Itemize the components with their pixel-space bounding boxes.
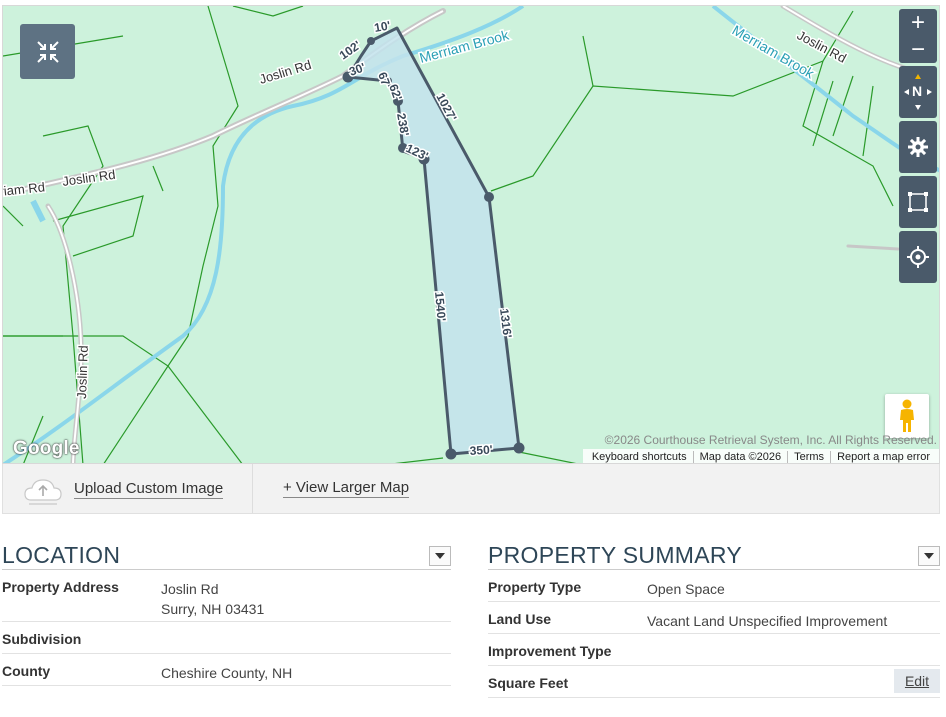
upload-custom-image-label[interactable]: Upload Custom Image bbox=[74, 480, 224, 499]
land-use-label: Land Use bbox=[488, 611, 552, 627]
road-label: riam Rd bbox=[3, 179, 46, 199]
map-toolbar: Upload Custom Image + View Larger Map bbox=[2, 464, 940, 514]
road-label: Joslin Rd bbox=[257, 57, 313, 87]
gear-icon bbox=[908, 137, 928, 157]
county-value: Cheshire County, NH bbox=[161, 665, 293, 681]
property-summary-title: PROPERTY SUMMARY bbox=[488, 542, 743, 568]
property-map[interactable]: Joslin Rd Joslin Rd Joslin Rd Joslin Rd … bbox=[2, 5, 940, 464]
map-canvas[interactable]: Joslin Rd Joslin Rd Joslin Rd Joslin Rd … bbox=[3, 6, 940, 464]
table-row: Land Use Vacant Land Unspecified Improve… bbox=[488, 602, 940, 634]
summary-collapse-toggle[interactable] bbox=[918, 546, 940, 566]
address-line-1: Joslin Rd bbox=[161, 581, 219, 597]
property-summary-section: PROPERTY SUMMARY Property Type Open Spac… bbox=[488, 540, 940, 698]
keyboard-shortcuts-link[interactable]: Keyboard shortcuts bbox=[586, 451, 694, 463]
address-line-2: Surry, NH 03431 bbox=[161, 601, 265, 617]
zoom-out-button[interactable]: − bbox=[899, 36, 937, 63]
location-title: LOCATION bbox=[2, 542, 121, 568]
road-label: Joslin Rd bbox=[74, 345, 91, 399]
select-area-button[interactable] bbox=[899, 176, 937, 228]
terms-link[interactable]: Terms bbox=[788, 451, 832, 463]
map-settings-button[interactable] bbox=[899, 121, 937, 173]
subdivision-label: Subdivision bbox=[2, 631, 82, 647]
table-row: Square Feet Edit bbox=[488, 666, 940, 698]
dimension-label: 238' bbox=[394, 112, 412, 137]
chevron-down-icon bbox=[435, 553, 445, 559]
land-use-value: Vacant Land Unspecified Improvement bbox=[647, 613, 888, 629]
crosshair-icon bbox=[907, 246, 929, 268]
upload-custom-image[interactable]: Upload Custom Image bbox=[3, 464, 253, 513]
street-view-pegman[interactable] bbox=[885, 394, 929, 438]
pegman-icon bbox=[900, 399, 914, 432]
pond bbox=[30, 199, 46, 223]
property-type-value: Open Space bbox=[647, 581, 725, 597]
table-row: Subdivision bbox=[2, 622, 451, 654]
dimension-label: 10' bbox=[373, 18, 392, 35]
chevron-down-icon bbox=[924, 553, 934, 559]
collapse-icon bbox=[36, 40, 59, 63]
cloud-upload-icon bbox=[24, 479, 62, 505]
report-map-error-link[interactable]: Report a map error bbox=[831, 451, 936, 463]
compass-button[interactable]: N bbox=[899, 66, 937, 118]
google-logo: Google bbox=[13, 438, 80, 459]
property-address-label: Property Address bbox=[2, 579, 119, 595]
location-section: LOCATION Property Address Joslin Rd Surr… bbox=[2, 540, 451, 686]
county-label: County bbox=[2, 663, 51, 679]
table-row: County Cheshire County, NH bbox=[2, 654, 451, 686]
compass-north-label: N bbox=[912, 83, 923, 99]
table-row: Property Address Joslin Rd Surry, NH 034… bbox=[2, 570, 451, 622]
table-row: Improvement Type bbox=[488, 634, 940, 666]
locate-button[interactable] bbox=[899, 231, 937, 283]
square-feet-label: Square Feet bbox=[488, 675, 569, 691]
table-row: Property Type Open Space bbox=[488, 570, 940, 602]
property-address-value: Joslin Rd Surry, NH 03431 bbox=[161, 579, 264, 619]
improvement-type-label: Improvement Type bbox=[488, 643, 612, 659]
zoom-control: + − bbox=[899, 9, 937, 63]
edit-square-feet-button[interactable]: Edit bbox=[894, 669, 940, 693]
road-label: Joslin Rd bbox=[61, 167, 116, 189]
location-collapse-toggle[interactable] bbox=[429, 546, 451, 566]
water-label: Merriam Brook bbox=[418, 26, 512, 65]
parcel-boundary[interactable] bbox=[346, 26, 521, 456]
view-larger-map-link[interactable]: + View Larger Map bbox=[283, 479, 410, 498]
collapse-map-button[interactable] bbox=[20, 24, 75, 79]
map-copyright: ©2026 Courthouse Retrieval System, Inc. … bbox=[604, 433, 937, 447]
dimension-label: 1540' bbox=[432, 291, 449, 322]
zoom-in-button[interactable]: + bbox=[899, 9, 937, 36]
map-footer: Keyboard shortcuts Map data ©2026 Terms … bbox=[582, 449, 939, 463]
map-data-label: Map data ©2026 bbox=[694, 451, 789, 463]
dimension-label: 350' bbox=[469, 442, 493, 458]
select-area-icon bbox=[908, 192, 928, 212]
property-type-label: Property Type bbox=[488, 579, 582, 595]
